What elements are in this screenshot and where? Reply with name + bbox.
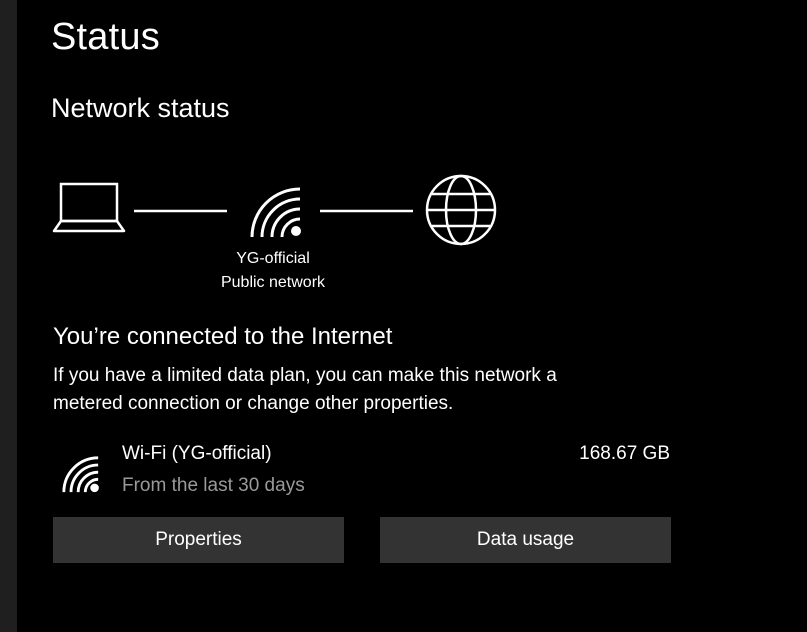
wifi-adapter-icon [62, 456, 99, 493]
network-name-label: YG-official [236, 250, 310, 267]
connection-line-right [320, 209, 413, 213]
connection-description-line-2: metered connection or change other prope… [53, 393, 454, 414]
page-title: Status [51, 16, 160, 58]
data-used-value: 168.67 GB [579, 443, 670, 464]
properties-button[interactable]: Properties [53, 517, 344, 563]
connection-line-left [134, 209, 227, 213]
adapter-name: Wi-Fi (YG-official) [122, 443, 272, 464]
connection-description-line-1: If you have a limited data plan, you can… [53, 365, 557, 386]
navigation-pane-edge [0, 0, 17, 632]
network-status-diagram [0, 165, 520, 255]
globe-icon [425, 174, 497, 246]
usage-period: From the last 30 days [122, 475, 305, 496]
adapter-usage-row: Wi-Fi (YG-official) From the last 30 day… [53, 440, 673, 502]
connection-status-heading: You’re connected to the Internet [53, 323, 393, 350]
network-type-label: Public network [220, 274, 326, 291]
data-usage-button[interactable]: Data usage [380, 517, 671, 563]
laptop-icon [52, 182, 126, 233]
section-title-network-status: Network status [51, 93, 230, 123]
wifi-icon [250, 187, 301, 238]
settings-status-page: Status Network status YG-official Public… [0, 0, 807, 632]
connection-description: If you have a limited data plan, you can… [53, 362, 653, 418]
